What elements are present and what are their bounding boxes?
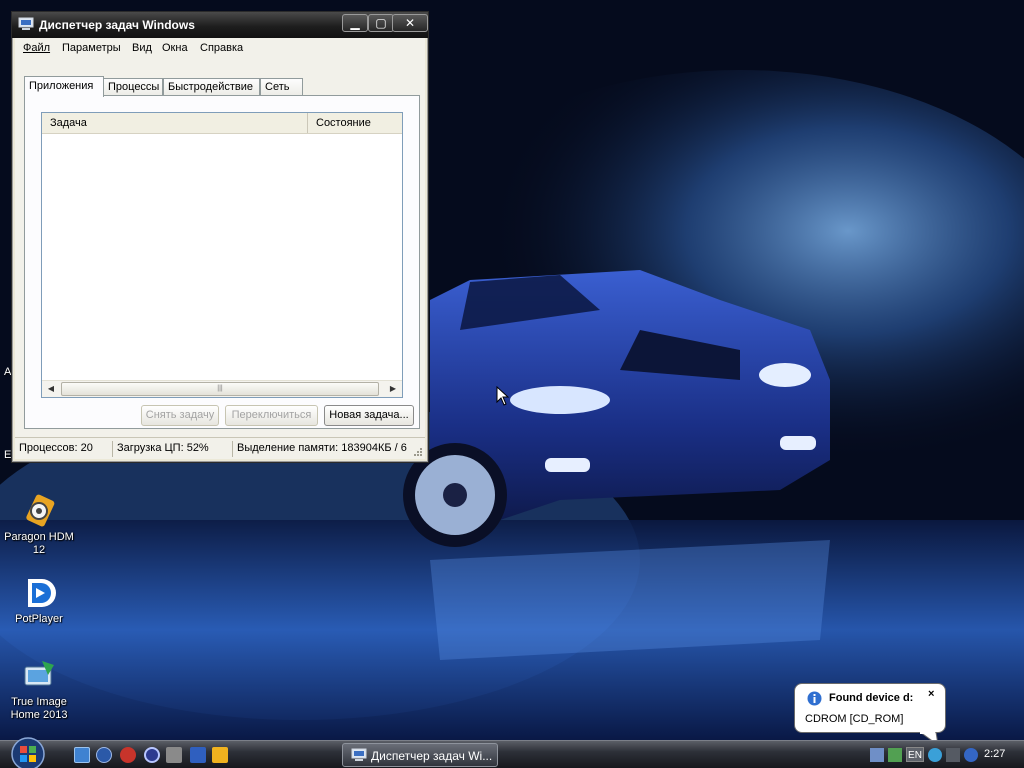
maximize-button[interactable]: ▢ [368, 14, 394, 32]
menu-options[interactable]: Параметры [62, 42, 121, 54]
scrollbar-thumb[interactable]: ||| [61, 382, 379, 396]
language-indicator[interactable]: EN [906, 747, 924, 762]
menu-file[interactable]: Файл [23, 42, 50, 54]
desktop-icon-label: True Image Home 2013 [10, 696, 68, 721]
task-manager-app-icon [351, 748, 367, 762]
menu-label: Параметры [62, 42, 121, 54]
info-icon [807, 691, 822, 706]
ie-icon[interactable] [96, 747, 112, 763]
applications-panel: Задача Состояние ◀ ||| ▶ Снять задачу Пе… [24, 95, 420, 429]
taskbar: Диспетчер задач Wi... EN 2:27 [0, 737, 1024, 768]
start-button[interactable] [8, 735, 48, 768]
task-manager-app-icon [18, 17, 34, 31]
safely-remove-icon[interactable] [888, 748, 902, 762]
column-header-status[interactable]: Состояние [308, 113, 402, 133]
notification-balloon[interactable]: Found device d: × CDROM [CD_ROM] [794, 683, 946, 733]
close-icon: ✕ [404, 16, 416, 30]
end-task-button[interactable]: Снять задачу [141, 405, 219, 426]
menu-label: Вид [132, 42, 152, 54]
status-commit-charge: Выделение памяти: 183904КБ / 6 [237, 442, 407, 454]
potplayer-icon [22, 576, 56, 610]
resize-grip-icon[interactable] [413, 447, 423, 457]
minimize-icon: ▁ [350, 16, 360, 30]
balloon-message: CDROM [CD_ROM] [805, 713, 904, 725]
balloon-close-icon[interactable]: × [928, 688, 934, 700]
title-bar[interactable]: Диспетчер задач Windows ▁ ▢ ✕ [12, 12, 428, 38]
switch-to-button[interactable]: Переключиться [225, 405, 318, 426]
clock[interactable]: 2:27 [984, 748, 1005, 760]
true-image-icon [22, 659, 56, 693]
window-title: Диспетчер задач Windows [39, 18, 195, 32]
tab-applications[interactable]: Приложения [24, 76, 104, 97]
list-header: Задача Состояние [42, 113, 402, 134]
maximize-icon: ▢ [375, 16, 387, 30]
tab-processes[interactable]: Процессы [103, 78, 163, 96]
column-header-task[interactable]: Задача [42, 113, 308, 133]
menu-bar: Файл Параметры Вид Окна Справка [15, 38, 425, 58]
show-desktop-icon[interactable] [74, 747, 90, 763]
desktop-icon-trueimage[interactable]: True Image Home 2013 [1, 659, 77, 722]
desktop-icon-paragon[interactable]: Paragon HDM 12 [1, 494, 77, 557]
status-bar: Процессов: 20 Загрузка ЦП: 52% Выделение… [15, 437, 425, 459]
menu-view[interactable]: Вид [132, 42, 152, 54]
tools-icon[interactable] [166, 747, 182, 763]
menu-label: Справка [200, 42, 244, 54]
minimize-button[interactable]: ▁ [342, 14, 368, 32]
network-icon[interactable] [870, 748, 884, 762]
tab-network[interactable]: Сеть [260, 78, 303, 96]
menu-label: Файл [23, 42, 51, 54]
desktop-icon-label: PotPlayer [15, 613, 63, 625]
menu-windows[interactable]: Окна [162, 42, 188, 54]
media-icon[interactable] [120, 747, 136, 763]
paragon-icon [22, 494, 56, 528]
task-list[interactable]: Задача Состояние ◀ ||| ▶ [41, 112, 403, 398]
taskbar-button-task-manager[interactable]: Диспетчер задач Wi... [342, 743, 498, 767]
tab-performance[interactable]: Быстродействие [163, 78, 260, 96]
scroll-left-arrow-icon[interactable]: ◀ [43, 382, 59, 396]
close-button[interactable]: ✕ [392, 14, 428, 32]
ie-tray-icon[interactable] [964, 748, 978, 762]
sync-icon[interactable] [928, 748, 942, 762]
menu-help[interactable]: Справка [200, 42, 243, 54]
task-manager-window: Диспетчер задач Windows ▁ ▢ ✕ Файл Парам… [11, 11, 429, 463]
status-cpu-usage: Загрузка ЦП: 52% [113, 441, 233, 457]
horizontal-scrollbar[interactable]: ◀ ||| ▶ [42, 380, 402, 397]
status-processes: Процессов: 20 [15, 441, 113, 457]
mouse-cursor-icon [496, 385, 510, 406]
save-disk-icon[interactable] [190, 747, 206, 763]
desktop-icon-label: Paragon HDM 12 [4, 531, 74, 556]
desktop-icon-potplayer[interactable]: PotPlayer [1, 576, 77, 626]
system-tray: EN 2:27 [866, 741, 1024, 768]
package-icon[interactable] [212, 747, 228, 763]
volume-icon[interactable] [946, 748, 960, 762]
menu-label: Окна [162, 42, 188, 54]
window-client-area: Файл Параметры Вид Окна Справка Приложен… [15, 38, 425, 459]
browser-icon[interactable] [144, 747, 160, 763]
taskbar-button-label: Диспетчер задач Wi... [371, 749, 493, 763]
scroll-right-arrow-icon[interactable]: ▶ [385, 382, 401, 396]
new-task-button[interactable]: Новая задача... [324, 405, 414, 426]
balloon-title: Found device d: [829, 692, 914, 704]
